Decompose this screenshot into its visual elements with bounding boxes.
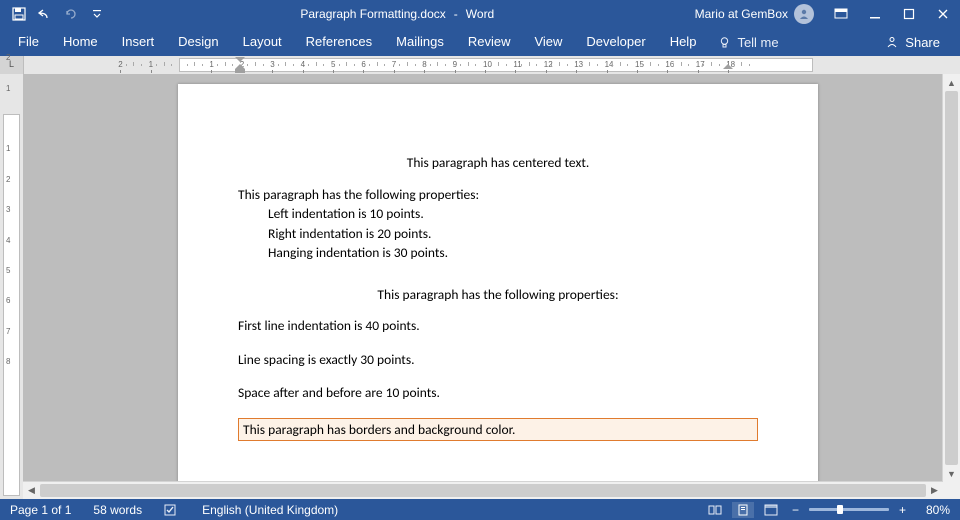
user-account[interactable]: Mario at GemBox xyxy=(685,4,824,24)
spellcheck-icon[interactable] xyxy=(164,503,180,517)
tab-layout[interactable]: Layout xyxy=(231,28,294,56)
app-name: Word xyxy=(466,7,494,21)
user-name: Mario at GemBox xyxy=(695,7,788,21)
web-layout-button[interactable] xyxy=(760,502,782,518)
undo-button[interactable] xyxy=(32,0,58,28)
zoom-level[interactable]: 80% xyxy=(916,503,950,517)
scroll-left-icon[interactable]: ◀ xyxy=(23,482,40,499)
qat-customize-button[interactable] xyxy=(84,0,110,28)
close-button[interactable] xyxy=(926,0,960,28)
status-page[interactable]: Page 1 of 1 xyxy=(10,503,71,517)
paragraph-centered[interactable]: This paragraph has centered text. xyxy=(238,154,758,172)
paragraph-hanging-indent[interactable]: Hanging indentation is 30 points. xyxy=(268,244,758,262)
paragraph-first-line[interactable]: First line indentation is 40 points. xyxy=(238,317,758,335)
tab-help[interactable]: Help xyxy=(658,28,709,56)
paragraph-props2-title[interactable]: This paragraph has the following propert… xyxy=(238,286,758,304)
document-scroll-area: This paragraph has centered text. This p… xyxy=(23,74,960,499)
vertical-ruler[interactable]: 2112345678 xyxy=(0,74,23,499)
redo-button[interactable] xyxy=(58,0,84,28)
editor-body: 2112345678 This paragraph has centered t… xyxy=(0,74,960,499)
tab-mailings[interactable]: Mailings xyxy=(384,28,456,56)
horizontal-scroll-thumb[interactable] xyxy=(40,484,926,497)
right-indent-marker[interactable] xyxy=(723,57,733,73)
lightbulb-icon xyxy=(718,36,731,49)
ruler-corner-tab-selector[interactable]: L xyxy=(0,56,24,75)
ribbon-tabs: File Home Insert Design Layout Reference… xyxy=(0,28,960,56)
editor-area: L 21123456789101112131415161718 21123456… xyxy=(0,56,960,499)
document-viewport[interactable]: This paragraph has centered text. This p… xyxy=(23,74,943,482)
scroll-up-icon[interactable]: ▲ xyxy=(943,74,960,91)
scroll-corner xyxy=(943,482,960,499)
page-content[interactable]: This paragraph has centered text. This p… xyxy=(178,84,818,441)
tell-me-search[interactable]: Tell me xyxy=(708,35,788,50)
print-layout-button[interactable] xyxy=(732,502,754,518)
save-button[interactable] xyxy=(6,0,32,28)
quick-access-toolbar xyxy=(0,0,110,28)
paragraph-right-indent[interactable]: Right indentation is 20 points. xyxy=(268,225,758,243)
scroll-right-icon[interactable]: ▶ xyxy=(926,482,943,499)
maximize-button[interactable] xyxy=(892,0,926,28)
window-title: Paragraph Formatting.docx - Word xyxy=(110,7,685,21)
paragraph-props1-title[interactable]: This paragraph has the following propert… xyxy=(238,186,758,204)
zoom-slider-thumb[interactable] xyxy=(837,505,843,514)
title-right: Mario at GemBox xyxy=(685,0,960,28)
hanging-indent-marker[interactable] xyxy=(235,57,245,73)
title-bar: Paragraph Formatting.docx - Word Mario a… xyxy=(0,0,960,28)
tell-me-label: Tell me xyxy=(737,35,778,50)
status-right: − + 80% xyxy=(704,502,950,518)
window-controls xyxy=(824,0,960,28)
tab-review[interactable]: Review xyxy=(456,28,523,56)
tab-insert[interactable]: Insert xyxy=(110,28,167,56)
zoom-out-button[interactable]: − xyxy=(788,503,803,517)
scroll-down-icon[interactable]: ▼ xyxy=(943,465,960,482)
paragraph-bordered[interactable]: This paragraph has borders and backgroun… xyxy=(238,418,758,442)
paragraph-left-indent[interactable]: Left indentation is 10 points. xyxy=(268,205,758,223)
horizontal-scrollbar[interactable]: ◀ ▶ xyxy=(23,481,943,499)
title-separator: - xyxy=(454,7,458,21)
avatar-icon xyxy=(794,4,814,24)
tab-view[interactable]: View xyxy=(522,28,574,56)
horizontal-ruler[interactable]: 21123456789101112131415161718 xyxy=(24,56,943,74)
share-icon xyxy=(885,35,899,49)
paragraph-space-before-after[interactable]: Space after and before are 10 points. xyxy=(238,384,758,402)
document-page[interactable]: This paragraph has centered text. This p… xyxy=(178,84,818,482)
paragraph-line-spacing[interactable]: Line spacing is exactly 30 points. xyxy=(238,351,758,369)
read-mode-button[interactable] xyxy=(704,502,726,518)
tab-developer[interactable]: Developer xyxy=(574,28,657,56)
tab-file[interactable]: File xyxy=(6,28,51,56)
tab-references[interactable]: References xyxy=(294,28,384,56)
status-words[interactable]: 58 words xyxy=(93,503,142,517)
document-name: Paragraph Formatting.docx xyxy=(300,7,445,21)
zoom-slider[interactable] xyxy=(809,508,889,511)
ribbon-display-button[interactable] xyxy=(824,0,858,28)
share-button[interactable]: Share xyxy=(871,35,954,50)
status-bar: Page 1 of 1 58 words English (United Kin… xyxy=(0,499,960,520)
tab-home[interactable]: Home xyxy=(51,28,110,56)
horizontal-ruler-row: L 21123456789101112131415161718 xyxy=(0,56,960,74)
minimize-button[interactable] xyxy=(858,0,892,28)
vertical-scrollbar[interactable]: ▲ ▼ xyxy=(942,74,960,482)
vertical-scroll-thumb[interactable] xyxy=(945,91,958,465)
share-label: Share xyxy=(905,35,940,50)
zoom-in-button[interactable]: + xyxy=(895,503,910,517)
status-language[interactable]: English (United Kingdom) xyxy=(202,503,338,517)
tab-design[interactable]: Design xyxy=(166,28,230,56)
